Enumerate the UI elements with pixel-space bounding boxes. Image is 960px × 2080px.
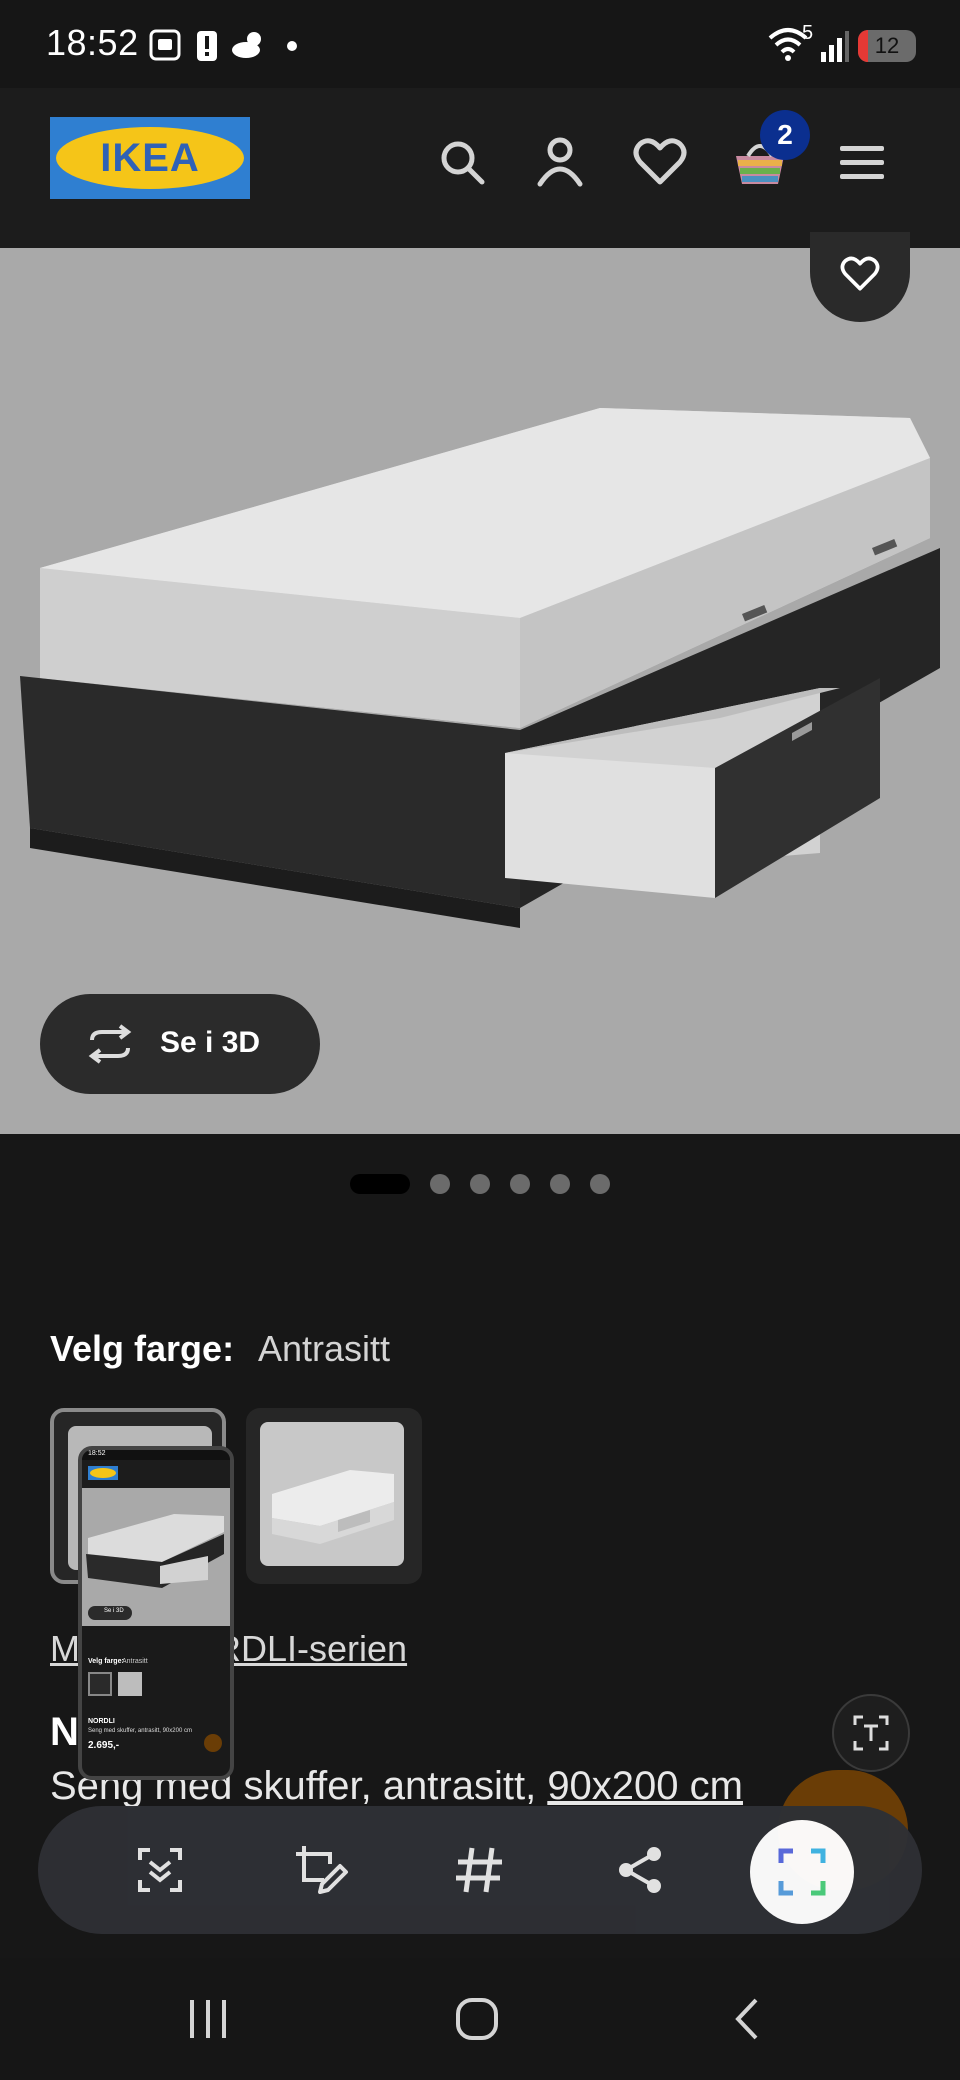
edit-crop-icon[interactable] [290, 1840, 350, 1900]
color-label: Velg farge: [50, 1328, 235, 1369]
thumb-status: 18:52 [82, 1450, 230, 1460]
signal-icon [821, 31, 849, 62]
screenshot-preview-thumbnail[interactable]: 18:52 Se i 3D Velg farge: Antrasitt NORD… [78, 1446, 234, 1780]
screenshot-toolbar [38, 1806, 922, 1934]
heart-icon [840, 256, 880, 291]
carousel-dot[interactable] [550, 1174, 570, 1194]
status-bar: 18:52 5 12 [0, 0, 960, 88]
carousel-dot[interactable] [470, 1174, 490, 1194]
view-3d-label: Se i 3D [160, 1026, 261, 1059]
site-header: IKEA 2 [0, 88, 960, 248]
heart-icon[interactable] [630, 132, 690, 192]
series-link-start: M [50, 1628, 80, 1669]
system-navigation-bar [0, 1958, 960, 2080]
thumb-time: 18:52 [88, 1450, 106, 1457]
dot-icon [287, 41, 297, 51]
thumb-color-label: Velg farge: [88, 1658, 124, 1665]
thumb-name: NORDLI [88, 1718, 115, 1725]
status-time: 18:52 [46, 22, 139, 63]
thumb-logo [88, 1466, 118, 1480]
thumb-image: Se i 3D [82, 1488, 230, 1626]
search-icon[interactable] [432, 132, 492, 192]
carousel-dot[interactable] [590, 1174, 610, 1194]
weather-icon [232, 32, 261, 58]
battery-level: 12 [874, 33, 900, 58]
menu-icon[interactable] [832, 132, 892, 192]
back-icon[interactable] [726, 1996, 772, 2042]
product-size-link[interactable]: 90x200 cm [547, 1764, 743, 1808]
ikea-logo[interactable]: IKEA [50, 117, 250, 199]
capture-button[interactable] [750, 1820, 854, 1924]
carousel-dot[interactable] [430, 1174, 450, 1194]
rotate-3d-icon [88, 1024, 132, 1064]
screenshot-icon [149, 29, 181, 61]
product-name: N [50, 1710, 79, 1754]
carousel-dot-active[interactable] [350, 1174, 410, 1194]
thumb-header [82, 1460, 230, 1488]
logo-text: IKEA [100, 136, 200, 180]
text-extract-button[interactable] [832, 1694, 910, 1772]
series-link-end: RDLI-serien [215, 1628, 408, 1669]
color-value: Antrasitt [258, 1328, 391, 1369]
capture-icon [778, 1848, 826, 1896]
text-scan-icon [853, 1715, 889, 1751]
account-icon[interactable] [530, 132, 590, 192]
carousel-dot[interactable] [510, 1174, 530, 1194]
home-icon[interactable] [454, 1996, 500, 2042]
share-icon[interactable] [610, 1840, 670, 1900]
swatch-image [260, 1422, 404, 1566]
thumb-price: 2.695,- [88, 1740, 120, 1751]
recent-apps-icon[interactable] [186, 1996, 232, 2042]
scroll-capture-icon[interactable] [130, 1840, 190, 1900]
battery-alert-icon [197, 31, 217, 61]
hashtag-icon[interactable] [450, 1840, 510, 1900]
color-swatch-hvit[interactable] [246, 1408, 422, 1584]
thumb-color-value: Antrasitt [122, 1658, 148, 1665]
thumb-description: Seng med skuffer, antrasitt, 90x200 cm [88, 1728, 192, 1734]
cart-count-badge: 2 [760, 110, 810, 160]
battery-icon: 12 [858, 30, 916, 62]
view-3d-button[interactable]: Se i 3D [40, 994, 320, 1094]
network-type-label: 5 [802, 22, 814, 44]
thumb-3d-button: Se i 3D [88, 1606, 132, 1620]
white-bed-thumbnail [272, 1470, 394, 1544]
